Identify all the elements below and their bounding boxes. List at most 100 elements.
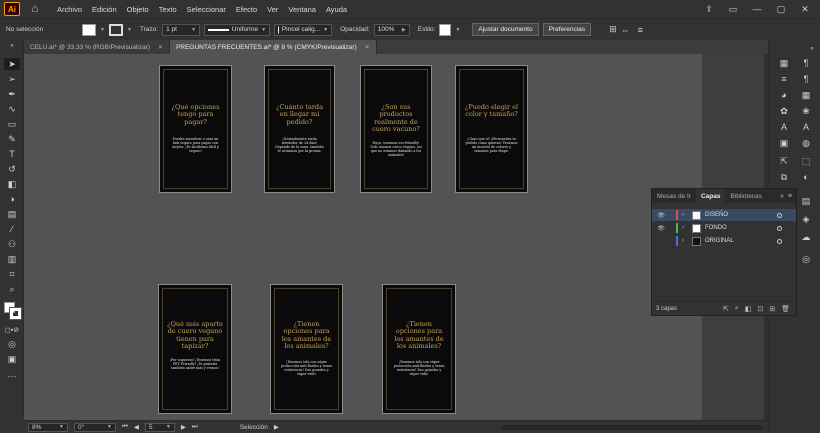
brush-select[interactable]: Pincel calig... ▼: [274, 23, 333, 36]
chart-tool-icon[interactable]: ▥: [4, 253, 20, 265]
menu-objeto[interactable]: Objeto: [122, 5, 154, 14]
previous-artboard-icon[interactable]: ◀: [134, 423, 139, 431]
brushes-icon[interactable]: ✿: [777, 104, 791, 118]
menu-ayuda[interactable]: Ayuda: [321, 5, 352, 14]
artboard-5[interactable]: ¿Qué más aparte de cuero vegano tienen p…: [158, 284, 232, 414]
menu-archivo[interactable]: Archivo: [52, 5, 87, 14]
character-styles-icon[interactable]: A: [799, 120, 813, 134]
appearance-icon[interactable]: ◎: [799, 252, 813, 266]
paragraph-styles-icon[interactable]: ¶: [799, 72, 813, 86]
toolbar-collapse-icon[interactable]: «: [4, 42, 20, 50]
artboard-3[interactable]: ¿Son sus productos realmente de cuero va…: [360, 65, 432, 193]
rotate-tool-icon[interactable]: ↺: [4, 163, 20, 175]
pathfinder-icon[interactable]: ⧉: [777, 170, 791, 184]
artboard-1[interactable]: ¿Qué opciones tengo para pagar? Puedes t…: [159, 65, 232, 193]
stroke-icon[interactable]: ◍: [799, 136, 813, 150]
eraser-tool-icon[interactable]: ◧: [4, 178, 20, 190]
home-icon[interactable]: ⌂: [28, 2, 42, 16]
chevron-down-icon[interactable]: ▼: [100, 27, 105, 33]
stroke-profile-select[interactable]: Uniforme ▼: [204, 23, 271, 36]
artboard-2[interactable]: ¿Cuánto tarda en llegar mi pedido? ¡Norm…: [264, 65, 335, 193]
eye-icon[interactable]: 👁: [656, 225, 666, 232]
export-icon[interactable]: ⇱: [777, 154, 791, 168]
align-icon[interactable]: ≡: [777, 72, 791, 86]
fill-swatch[interactable]: [82, 23, 96, 36]
menu-ventana[interactable]: Ventana: [283, 5, 321, 14]
layers-icon[interactable]: ◈: [799, 212, 813, 226]
color-mode-icon[interactable]: ◻▪⊘: [4, 324, 20, 336]
layer-row-fondo[interactable]: 👁 › FONDO: [652, 222, 796, 234]
new-layer-icon[interactable]: ⊞: [769, 305, 775, 313]
next-artboard-icon[interactable]: ▶: [181, 423, 186, 431]
artboard-tool-icon[interactable]: ⌗: [4, 268, 20, 280]
swatches-icon[interactable]: ▦: [799, 88, 813, 102]
target-icon[interactable]: [777, 212, 782, 218]
menu-edicion[interactable]: Edición: [87, 5, 122, 14]
panel-menu-icon[interactable]: ≡: [638, 25, 643, 35]
screen-mode-icon[interactable]: ▣: [4, 353, 20, 365]
type-tool-icon[interactable]: T: [4, 148, 20, 160]
preferences-button[interactable]: Preferencias: [542, 23, 592, 36]
target-icon[interactable]: [777, 225, 782, 231]
artboard-number-select[interactable]: 5 ▼: [144, 422, 175, 432]
chevron-right-icon[interactable]: ›: [682, 238, 690, 244]
stroke-color-box[interactable]: [9, 307, 22, 320]
locate-object-icon[interactable]: ⌕: [735, 305, 739, 313]
canvas[interactable]: ¿Qué opciones tengo para pagar? Puedes t…: [24, 54, 702, 420]
rotation-select[interactable]: 0° ▼: [74, 422, 116, 432]
layer-row-original[interactable]: 👁 › ORIGINAL: [652, 235, 796, 247]
tab-artboards[interactable]: Mesas de tr: [652, 189, 696, 203]
maximize-icon[interactable]: ▢: [772, 2, 790, 16]
stroke-swatch[interactable]: [108, 23, 123, 36]
eye-hidden-icon[interactable]: 👁: [656, 238, 666, 245]
layer-row-diseno[interactable]: 👁 › DISEÑO: [652, 209, 796, 221]
chevron-right-icon[interactable]: ›: [682, 225, 690, 231]
gradient-tool-icon[interactable]: ▤: [4, 208, 20, 220]
artboard-6[interactable]: ¿Tienen opciones para los amantes de los…: [270, 284, 343, 414]
draw-mode-icon[interactable]: ◎: [4, 338, 20, 350]
close-icon[interactable]: ✕: [796, 2, 814, 16]
target-icon[interactable]: [777, 238, 782, 244]
share-icon[interactable]: ⇪: [700, 2, 718, 16]
collapse-icon[interactable]: »: [780, 193, 784, 200]
trash-icon[interactable]: 🗑: [781, 305, 790, 313]
last-artboard-icon[interactable]: ⏭: [192, 423, 198, 431]
curvature-tool-icon[interactable]: ∿: [4, 103, 20, 115]
more-tools-icon[interactable]: ···: [4, 370, 20, 382]
shape-builder-tool-icon[interactable]: ◑: [4, 193, 20, 205]
libraries-icon[interactable]: ☁: [799, 230, 813, 244]
style-swatch[interactable]: [439, 23, 452, 36]
adjust-document-button[interactable]: Ajustar documento: [472, 23, 539, 36]
new-sublayer-icon[interactable]: ⊡: [757, 305, 763, 313]
transparency-icon[interactable]: ◐: [799, 170, 813, 184]
paintbrush-tool-icon[interactable]: ✎: [4, 133, 20, 145]
clipping-mask-icon[interactable]: ◧: [745, 305, 752, 313]
character-icon[interactable]: A: [777, 120, 791, 134]
eyedropper-tool-icon[interactable]: ⁄: [4, 223, 20, 235]
chevron-right-icon[interactable]: ›: [682, 212, 690, 218]
tab-libraries[interactable]: Bibliotecas: [725, 189, 766, 203]
arrange-icon[interactable]: ⊞: [609, 24, 617, 35]
menu-efecto[interactable]: Efecto: [231, 5, 262, 14]
selection-tool-icon[interactable]: ➤: [4, 58, 20, 70]
panel-menu-icon[interactable]: ≡: [788, 193, 792, 200]
transform-icon[interactable]: ⬚: [799, 154, 813, 168]
menu-seleccionar[interactable]: Seleccionar: [182, 5, 231, 14]
stroke-weight-select[interactable]: 1 pt ▼: [162, 23, 201, 36]
transform-icon[interactable]: ⇔: [621, 25, 630, 35]
artboard-4[interactable]: ¿Puedo elegir el color y tamaño? ¡Claro …: [455, 65, 528, 193]
rectangle-tool-icon[interactable]: ▭: [4, 118, 20, 130]
chevron-down-icon[interactable]: ▼: [455, 27, 460, 33]
collect-export-icon[interactable]: ⇱: [723, 305, 729, 313]
close-icon[interactable]: ✕: [158, 44, 163, 51]
blend-tool-icon[interactable]: ⚇: [4, 238, 20, 250]
zoom-select[interactable]: 8% ▼: [28, 422, 68, 432]
eye-icon[interactable]: 👁: [656, 212, 666, 219]
menu-texto[interactable]: Texto: [154, 5, 182, 14]
artboards-icon[interactable]: ▤: [799, 194, 813, 208]
horizontal-scrollbar[interactable]: [502, 424, 762, 430]
workspace-icon[interactable]: ▭: [724, 2, 742, 16]
first-artboard-icon[interactable]: ⏮: [122, 423, 128, 431]
pen-tool-icon[interactable]: ✒: [4, 88, 20, 100]
properties-icon[interactable]: ▦: [777, 56, 791, 70]
